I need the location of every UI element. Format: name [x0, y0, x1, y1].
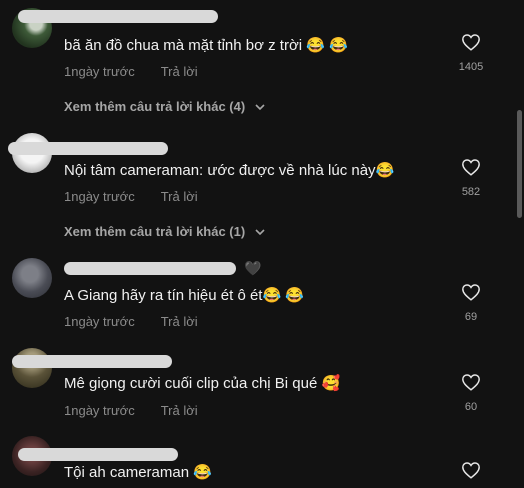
- chevron-down-icon: [255, 104, 265, 111]
- heart-outline-icon: [462, 284, 480, 301]
- chevron-down-icon: [255, 229, 265, 236]
- comment-text: bã ăn đồ chua mà mặt tỉnh bơ z trời 😂 😂: [64, 37, 348, 54]
- view-more-replies-label: Xem thêm câu trả lời khác (4): [64, 99, 246, 114]
- comment-time: 1ngày trước: [64, 189, 135, 204]
- comment-time: 1ngày trước: [64, 403, 135, 418]
- comment-text: Tội ah cameraman 😂: [64, 464, 212, 481]
- username-redaction: [8, 142, 168, 155]
- heart-outline-icon: [462, 374, 480, 391]
- reply-button[interactable]: Trả lời: [161, 403, 198, 418]
- like-count: 1405: [458, 61, 484, 73]
- reply-button[interactable]: Trả lời: [161, 189, 198, 204]
- comment-text: A Giang hãy ra tín hiệu ét ô ét😂 😂: [64, 287, 304, 304]
- comment-meta: 1ngày trước Trả lời: [64, 189, 198, 204]
- username-redaction: [18, 448, 178, 461]
- like-count: 69: [464, 311, 478, 323]
- comment-list: bã ăn đồ chua mà mặt tỉnh bơ z trời 😂 😂 …: [0, 0, 512, 488]
- username-redaction: [12, 355, 172, 368]
- username-redaction: [64, 262, 236, 275]
- view-more-replies-button[interactable]: Xem thêm câu trả lời khác (1): [64, 224, 265, 239]
- like-count: 582: [461, 186, 481, 198]
- like-button[interactable]: 1405: [455, 33, 487, 73]
- avatar[interactable]: [12, 258, 52, 298]
- view-more-replies-label: Xem thêm câu trả lời khác (1): [64, 224, 246, 239]
- scrollbar-thumb[interactable]: [517, 110, 522, 218]
- comment-text: Nội tâm cameraman: ước được về nhà lúc n…: [64, 162, 395, 179]
- comment-text: Mê giọng cười cuối clip của chị Bi qué 🥰: [64, 375, 341, 392]
- heart-outline-icon: [462, 159, 480, 176]
- heart-outline-icon: [462, 34, 480, 51]
- view-more-replies-button[interactable]: Xem thêm câu trả lời khác (4): [64, 99, 265, 114]
- comment-meta: 1ngày trước Trả lời: [64, 314, 198, 329]
- heart-outline-icon: [462, 462, 480, 479]
- comment-time: 1ngày trước: [64, 314, 135, 329]
- like-button[interactable]: 69: [455, 283, 487, 323]
- user-badge: 🖤: [244, 260, 262, 276]
- avatar[interactable]: [12, 348, 52, 388]
- like-button[interactable]: [455, 461, 487, 479]
- comment-meta: 1ngày trước Trả lời: [64, 403, 198, 418]
- comment-time: 1ngày trước: [64, 64, 135, 79]
- comment-meta: 1ngày trước Trả lời: [64, 64, 198, 79]
- username-redaction: [18, 10, 218, 23]
- reply-button[interactable]: Trả lời: [161, 64, 198, 79]
- like-count: 60: [464, 401, 478, 413]
- like-button[interactable]: 582: [455, 158, 487, 198]
- reply-button[interactable]: Trả lời: [161, 314, 198, 329]
- like-button[interactable]: 60: [455, 373, 487, 413]
- scrollbar-track[interactable]: [512, 0, 524, 488]
